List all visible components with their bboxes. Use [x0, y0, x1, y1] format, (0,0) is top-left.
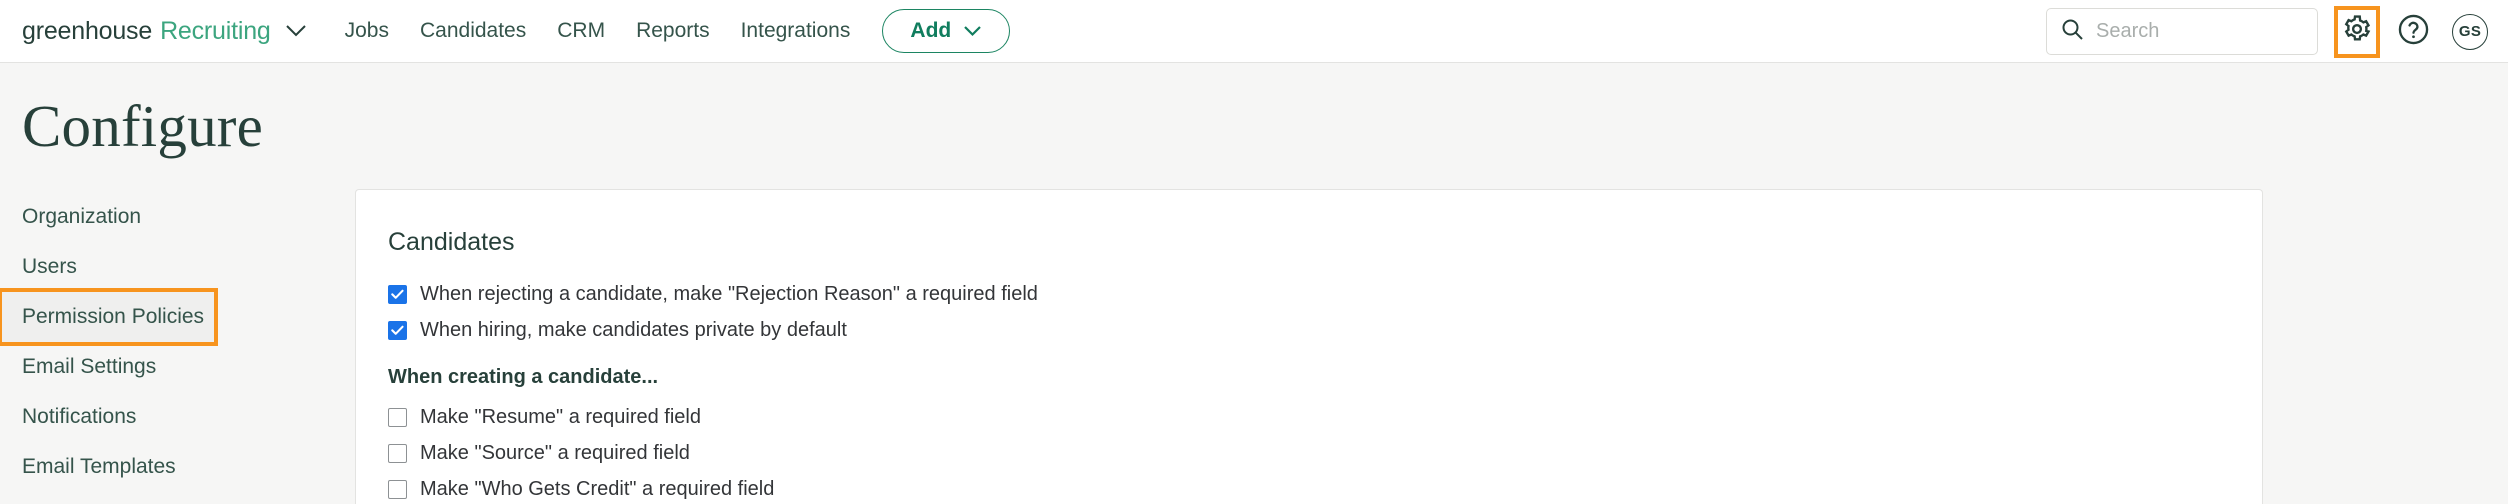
checkbox-label: When rejecting a candidate, make "Reject…	[420, 282, 1038, 305]
sidebar-item-email-templates[interactable]: Email Templates	[22, 442, 355, 492]
checkbox-resume-required[interactable]	[388, 407, 407, 427]
primary-nav: Jobs Candidates CRM Reports Integrations	[345, 19, 851, 43]
checkbox-label: Make "Who Gets Credit" a required field	[420, 477, 775, 500]
nav-item-crm[interactable]: CRM	[557, 19, 605, 43]
brand-name-greenhouse: greenhouse	[22, 16, 153, 45]
add-button-label: Add	[910, 19, 952, 42]
section-title-candidates: Candidates	[388, 228, 515, 256]
settings-button[interactable]	[2334, 5, 2380, 58]
sidebar-item-notifications[interactable]: Notifications	[22, 392, 355, 442]
sidebar-item-permission-policies[interactable]: Permission Policies	[0, 288, 218, 346]
question-mark-circle-icon	[2396, 12, 2431, 52]
help-button[interactable]	[2390, 9, 2436, 55]
brand-name-recruiting: Recruiting	[160, 16, 271, 45]
chevron-down-icon	[963, 19, 982, 43]
checkbox-row-who-gets-credit-required[interactable]: Make "Who Gets Credit" a required field	[388, 471, 2262, 504]
add-button[interactable]: Add	[882, 9, 1011, 53]
sidebar-item-organization[interactable]: Organization	[22, 192, 355, 242]
checkbox-row-source-required[interactable]: Make "Source" a required field	[388, 435, 2262, 471]
gear-icon	[2342, 14, 2372, 49]
checkbox-who-gets-credit-required[interactable]	[388, 479, 407, 499]
page-body: Organization Users Permission Policies E…	[0, 189, 2508, 504]
chevron-down-icon	[285, 24, 307, 38]
top-bar-right-controls: GS	[2046, 0, 2488, 63]
nav-item-reports[interactable]: Reports	[636, 19, 710, 43]
checkbox-label: When hiring, make candidates private by …	[420, 318, 847, 341]
top-navigation-bar: greenhouse Recruiting Jobs Candidates CR…	[0, 0, 2508, 63]
avatar-initials: GS	[2458, 23, 2482, 40]
search-box[interactable]	[2046, 8, 2318, 55]
page-title: Configure	[22, 93, 264, 159]
checkbox-rejection-reason[interactable]	[388, 284, 407, 304]
search-icon	[2061, 18, 2084, 46]
checkbox-source-required[interactable]	[388, 443, 407, 463]
nav-item-integrations[interactable]: Integrations	[741, 19, 851, 43]
user-avatar[interactable]: GS	[2452, 13, 2488, 50]
checkbox-label: Make "Source" a required field	[420, 441, 690, 464]
candidates-settings-card: Candidates When rejecting a candidate, m…	[355, 189, 2263, 504]
brand-logo-dropdown[interactable]: greenhouse Recruiting	[22, 17, 307, 46]
checkbox-row-rejection-reason[interactable]: When rejecting a candidate, make "Reject…	[388, 276, 2262, 312]
checkbox-private-by-default[interactable]	[388, 320, 407, 340]
nav-item-candidates[interactable]: Candidates	[420, 19, 526, 43]
sidebar-item-users[interactable]: Users	[22, 242, 355, 292]
sidebar-item-email-settings[interactable]: Email Settings	[22, 342, 355, 392]
group-label-when-creating-candidate: When creating a candidate...	[388, 366, 659, 388]
nav-item-jobs[interactable]: Jobs	[345, 19, 389, 43]
checkbox-row-resume-required[interactable]: Make "Resume" a required field	[388, 399, 2262, 435]
checkbox-label: Make "Resume" a required field	[420, 405, 701, 428]
checkbox-row-private-by-default[interactable]: When hiring, make candidates private by …	[388, 312, 2262, 348]
settings-sidebar: Organization Users Permission Policies E…	[0, 189, 355, 504]
search-input[interactable]	[2096, 20, 2303, 43]
